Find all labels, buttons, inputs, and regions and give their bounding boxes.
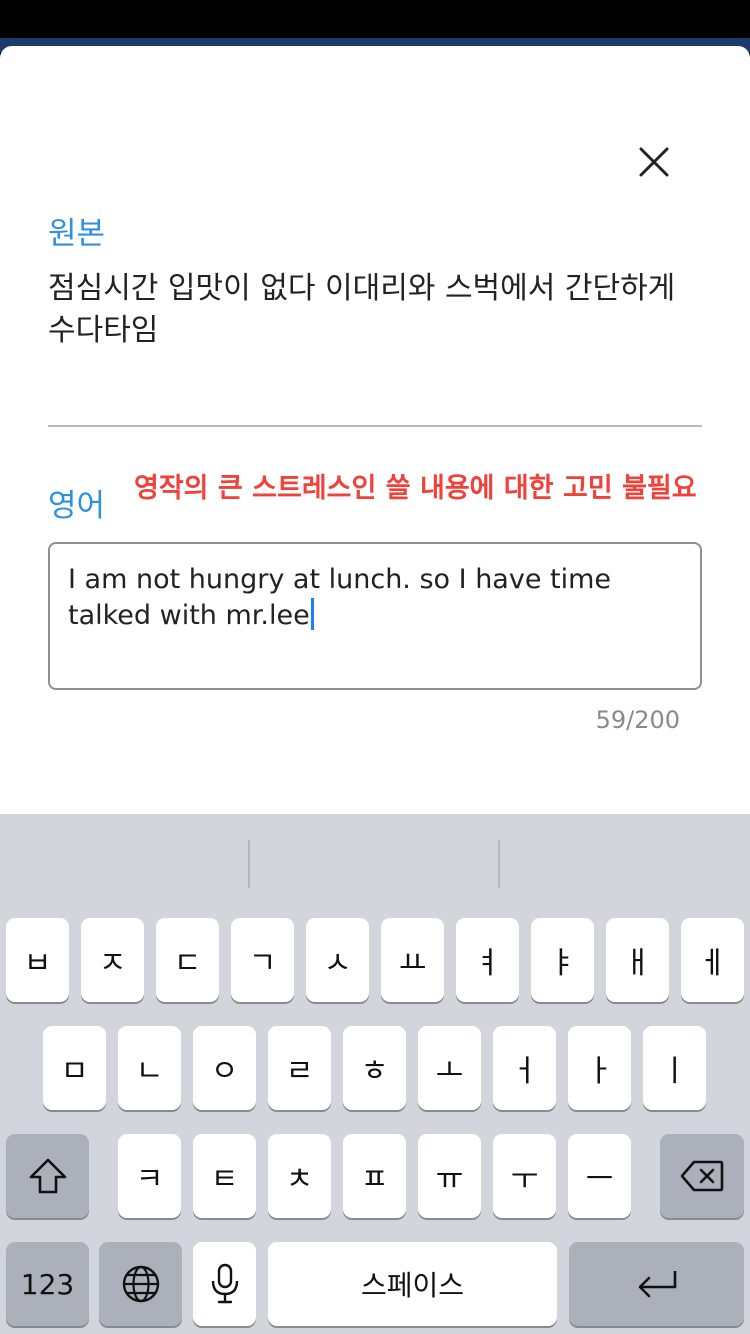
key-ch[interactable]: ㅊ (268, 1134, 331, 1218)
key-ae[interactable]: ㅐ (606, 918, 669, 1002)
key-yu[interactable]: ㅠ (418, 1134, 481, 1218)
key-ng[interactable]: ㅇ (193, 1026, 256, 1110)
globe-icon (122, 1265, 159, 1303)
globe-key[interactable] (99, 1242, 182, 1326)
shift-icon (29, 1158, 66, 1194)
key-n[interactable]: ㄴ (118, 1026, 181, 1110)
key-ya[interactable]: ㅑ (531, 918, 594, 1002)
close-button[interactable] (626, 134, 682, 190)
key-h[interactable]: ㅎ (343, 1026, 406, 1110)
key-b[interactable]: ㅂ (6, 918, 69, 1002)
english-input-value: I am not hungry at lunch. so I have time… (68, 564, 612, 631)
backspace-key[interactable] (660, 1134, 744, 1218)
key-yo[interactable]: ㅛ (381, 918, 444, 1002)
suggestion-divider (498, 840, 500, 888)
backspace-icon (680, 1160, 724, 1192)
return-key[interactable] (569, 1242, 744, 1326)
close-icon (639, 147, 669, 177)
key-i[interactable]: ㅣ (643, 1026, 706, 1110)
key-o[interactable]: ㅗ (418, 1026, 481, 1110)
key-eu[interactable]: ㅡ (568, 1134, 631, 1218)
key-u[interactable]: ㅜ (493, 1134, 556, 1218)
text-caret (310, 598, 314, 630)
space-key[interactable]: 스페이스 (268, 1242, 557, 1326)
microphone-icon (211, 1263, 238, 1304)
annotation-text: 영작의 큰 스트레스인 쓸 내용에 대한 고민 불필요 (134, 473, 697, 504)
source-label: 원본 (48, 216, 106, 252)
key-yeo[interactable]: ㅕ (456, 918, 519, 1002)
source-text: 점심시간 입맛이 없다 이대리와 스벅에서 간단하게 수다타임 (48, 271, 676, 348)
key-r[interactable]: ㄹ (268, 1026, 331, 1110)
key-t[interactable]: ㅌ (193, 1134, 256, 1218)
english-label: 영어 (48, 488, 106, 524)
divider (48, 425, 702, 427)
key-p[interactable]: ㅍ (343, 1134, 406, 1218)
dictation-key[interactable] (193, 1242, 256, 1326)
key-k[interactable]: ㅋ (118, 1134, 181, 1218)
key-e[interactable]: ㅔ (681, 918, 744, 1002)
key-g[interactable]: ㄱ (231, 918, 294, 1002)
key-m[interactable]: ㅁ (43, 1026, 106, 1110)
english-input[interactable]: I am not hungry at lunch. so I have time… (48, 542, 702, 690)
key-s[interactable]: ㅅ (306, 918, 369, 1002)
return-icon (638, 1271, 676, 1298)
key-eo[interactable]: ㅓ (493, 1026, 556, 1110)
key-j[interactable]: ㅈ (81, 918, 144, 1002)
char-counter: 59/200 (595, 706, 680, 734)
key-a[interactable]: ㅏ (568, 1026, 631, 1110)
key-d[interactable]: ㄷ (156, 918, 219, 1002)
shift-key[interactable] (6, 1134, 89, 1218)
numbers-key[interactable]: 123 (6, 1242, 89, 1326)
suggestion-divider (248, 840, 250, 888)
